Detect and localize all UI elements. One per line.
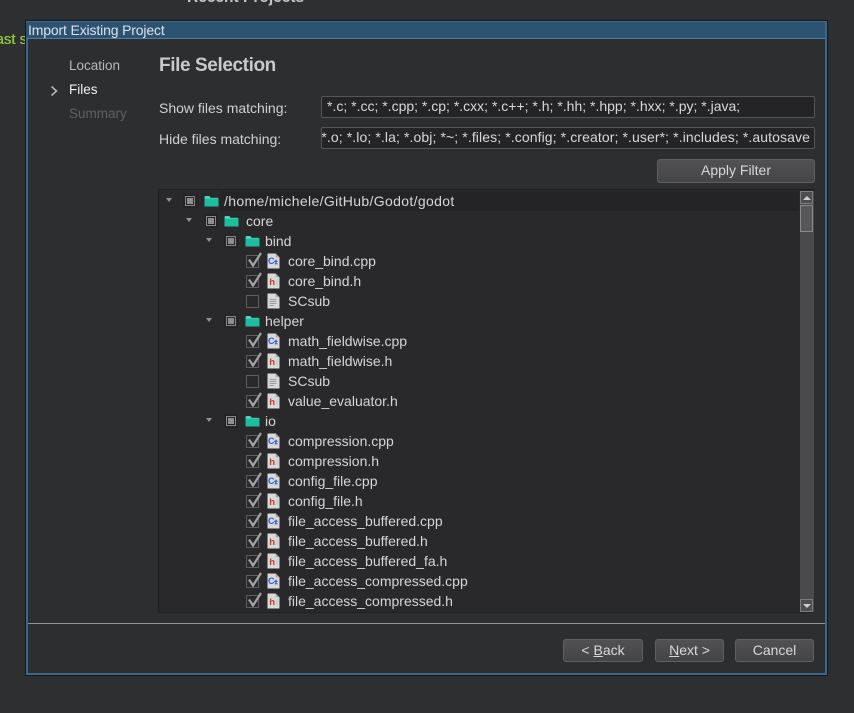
svg-text:C: C	[268, 336, 275, 346]
svg-text:h: h	[269, 357, 275, 368]
svg-text:h: h	[269, 557, 275, 568]
svg-text:C: C	[268, 476, 275, 486]
svg-text:h: h	[269, 397, 275, 408]
svg-text:C: C	[268, 576, 275, 586]
svg-text:h: h	[269, 597, 275, 608]
svg-text:h: h	[269, 277, 275, 288]
svg-text:h: h	[269, 537, 275, 548]
svg-text:h: h	[269, 497, 275, 508]
svg-text:h: h	[269, 457, 275, 468]
svg-text:C: C	[268, 436, 275, 446]
svg-text:C: C	[268, 256, 275, 266]
svg-text:C: C	[268, 516, 275, 526]
